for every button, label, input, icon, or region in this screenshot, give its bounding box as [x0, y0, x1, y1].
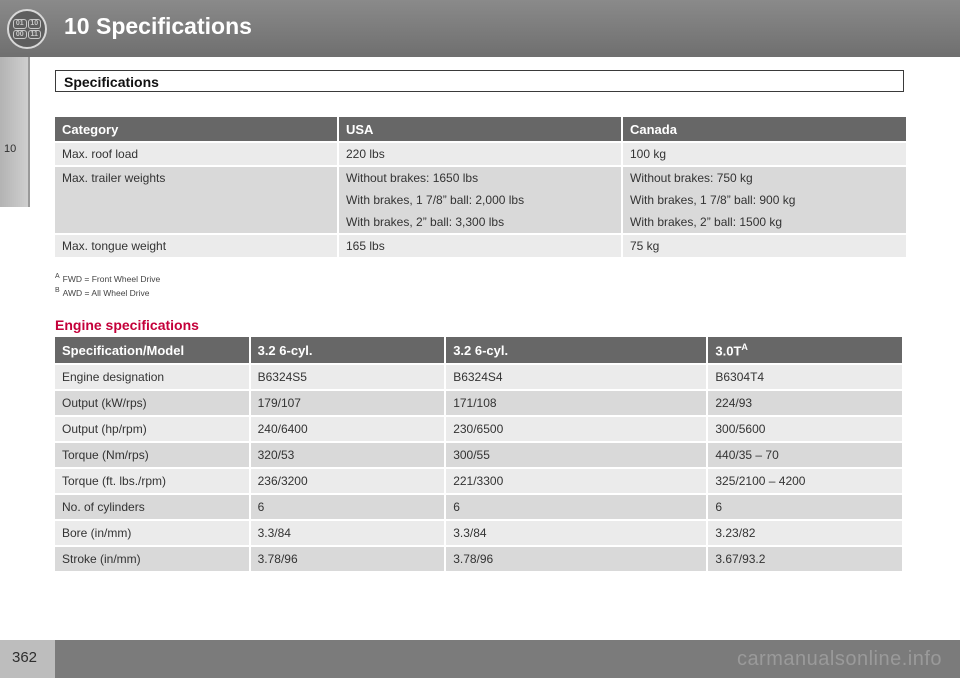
table-cell: Engine designation: [55, 365, 249, 389]
cell-line: With brakes, 1 7/8” ball: 900 kg: [630, 193, 796, 207]
table-cell: 171/108: [446, 391, 707, 415]
table-cell: 165 lbs: [339, 235, 621, 257]
table-header-row: Specification/Model 3.2 6-cyl. 3.2 6-cyl…: [55, 337, 902, 363]
footnote: A FWD = Front Wheel Drive: [55, 271, 160, 285]
table-cell: 240/6400: [250, 417, 445, 441]
footnote-marker: B: [55, 286, 60, 294]
footnote: B AWD = All Wheel Drive: [55, 285, 160, 299]
table-cell: 325/2100 – 4200: [708, 469, 902, 493]
table-cell: 230/6500: [446, 417, 707, 441]
table-row: Bore (in/mm) 3.3/84 3.3/84 3.23/82: [55, 521, 902, 545]
table-row: No. of cylinders 6 6 6: [55, 495, 902, 519]
table-row: Output (hp/rpm) 240/6400 230/6500 300/5600: [55, 417, 902, 441]
icon-digit: 11: [27, 29, 41, 39]
table-cell: 221/3300: [446, 469, 707, 493]
table-row: Engine designation B6324S5 B6324S4 B6304T4: [55, 365, 902, 389]
page-number: 362: [12, 649, 38, 666]
watermark: carmanualsonline.info: [736, 648, 942, 670]
table-cell: 300/55: [446, 443, 707, 467]
icon-digit: 01: [13, 19, 27, 29]
table-cell: Torque (Nm/rps): [55, 443, 249, 467]
table-cell: Output (kW/rps): [55, 391, 249, 415]
table-cell: 3.23/82: [708, 521, 902, 545]
table-cell: 300/5600: [708, 417, 902, 441]
table-cell: Stroke (in/mm): [55, 547, 249, 571]
section-heading-box: Specifications: [55, 70, 904, 92]
table-cell: 220 lbs: [339, 143, 621, 165]
side-tab-number: 10: [4, 143, 17, 155]
cell-line: With brakes, 2” ball: 3,300 lbs: [346, 215, 505, 229]
table-cell: 320/53: [250, 443, 445, 467]
cell-line: Without brakes: 750 kg: [630, 171, 753, 185]
icon-digit: 00: [13, 29, 27, 39]
table-row: Output (kW/rps) 179/107 171/108 224/93: [55, 391, 902, 415]
table-header-row: Category USA Canada: [55, 117, 906, 141]
table-cell: Bore (in/mm): [55, 521, 249, 545]
column-header: USA: [339, 117, 621, 141]
table-cell: Max. tongue weight: [55, 235, 337, 257]
chapter-title: 10 Specifications: [64, 13, 252, 39]
table-cell: 3.3/84: [250, 521, 445, 545]
cell-line: Without brakes: 1650 lbs: [346, 171, 479, 185]
chapter-side-tab: [0, 57, 28, 207]
column-header: Canada: [623, 117, 906, 141]
table-cell: 3.78/96: [250, 547, 445, 571]
side-tab-divider: [28, 57, 30, 207]
table-cell: 3.67/93.2: [708, 547, 902, 571]
section-title: Specifications: [64, 74, 159, 90]
column-header: 3.2 6-cyl.: [446, 337, 707, 363]
icon-digit: 10: [27, 19, 41, 29]
column-header-text: 3.0T: [715, 343, 742, 359]
column-header: Specification/Model: [55, 337, 249, 363]
table-cell: 440/35 – 70: [708, 443, 902, 467]
footnote-marker: A: [55, 273, 60, 280]
column-header: 3.2 6-cyl.: [250, 337, 445, 363]
engine-specs-heading: Engine specifications: [55, 317, 199, 333]
table-cell: Torque (ft. lbs./rpm): [55, 469, 249, 493]
table-cell: Max. trailer weights: [55, 167, 337, 233]
footnote-text: FWD = Front Wheel Drive: [62, 273, 161, 284]
table-cell: 6: [446, 495, 707, 519]
engine-spec-table: Specification/Model 3.2 6-cyl. 3.2 6-cyl…: [53, 335, 904, 573]
table-cell: 224/93: [708, 391, 902, 415]
table-cell: 6: [250, 495, 445, 519]
table-cell: 236/3200: [250, 469, 445, 493]
load-table: Category USA Canada Max. roof load 220 l…: [53, 115, 908, 259]
footnotes: A FWD = Front Wheel Drive B AWD = All Whee…: [55, 271, 160, 299]
table-cell: Without brakes: 1650 lbs With brakes, 1 …: [339, 167, 621, 233]
column-header: Category: [55, 117, 337, 141]
footnote-text: AWD = All Wheel Drive: [62, 287, 150, 298]
table-cell: B6304T4: [708, 365, 902, 389]
table-cell: B6324S5: [250, 365, 445, 389]
table-row: Max. trailer weights Without brakes: 165…: [55, 167, 906, 233]
table-row: Max. roof load 220 lbs 100 kg: [55, 143, 906, 165]
footnote-marker: A: [741, 341, 748, 352]
chapter-binary-icon: 01 10 00 11: [7, 9, 47, 49]
table-row: Torque (ft. lbs./rpm) 236/3200 221/3300 325…: [55, 469, 902, 493]
cell-line: With brakes, 1 7/8” ball: 2,000 lbs: [346, 193, 525, 207]
table-cell: Without brakes: 750 kg With brakes, 1 7/…: [623, 167, 906, 233]
table-cell: 179/107: [250, 391, 445, 415]
table-cell: 3.3/84: [446, 521, 707, 545]
table-row: Stroke (in/mm) 3.78/96 3.78/96 3.67/93.2: [55, 547, 902, 571]
cell-line: With brakes, 2” ball: 1500 kg: [630, 215, 783, 229]
table-cell: B6324S4: [446, 365, 707, 389]
table-cell: 100 kg: [623, 143, 906, 165]
table-cell: No. of cylinders: [55, 495, 249, 519]
table-cell: Max. roof load: [55, 143, 337, 165]
table-cell: 6: [708, 495, 902, 519]
table-cell: Output (hp/rpm): [55, 417, 249, 441]
table-cell: 3.78/96: [446, 547, 707, 571]
table-row: Max. tongue weight 165 lbs 75 kg: [55, 235, 906, 257]
column-header: 3.0TA: [708, 337, 902, 363]
table-cell: 75 kg: [623, 235, 906, 257]
table-row: Torque (Nm/rps) 320/53 300/55 440/35 – 70: [55, 443, 902, 467]
